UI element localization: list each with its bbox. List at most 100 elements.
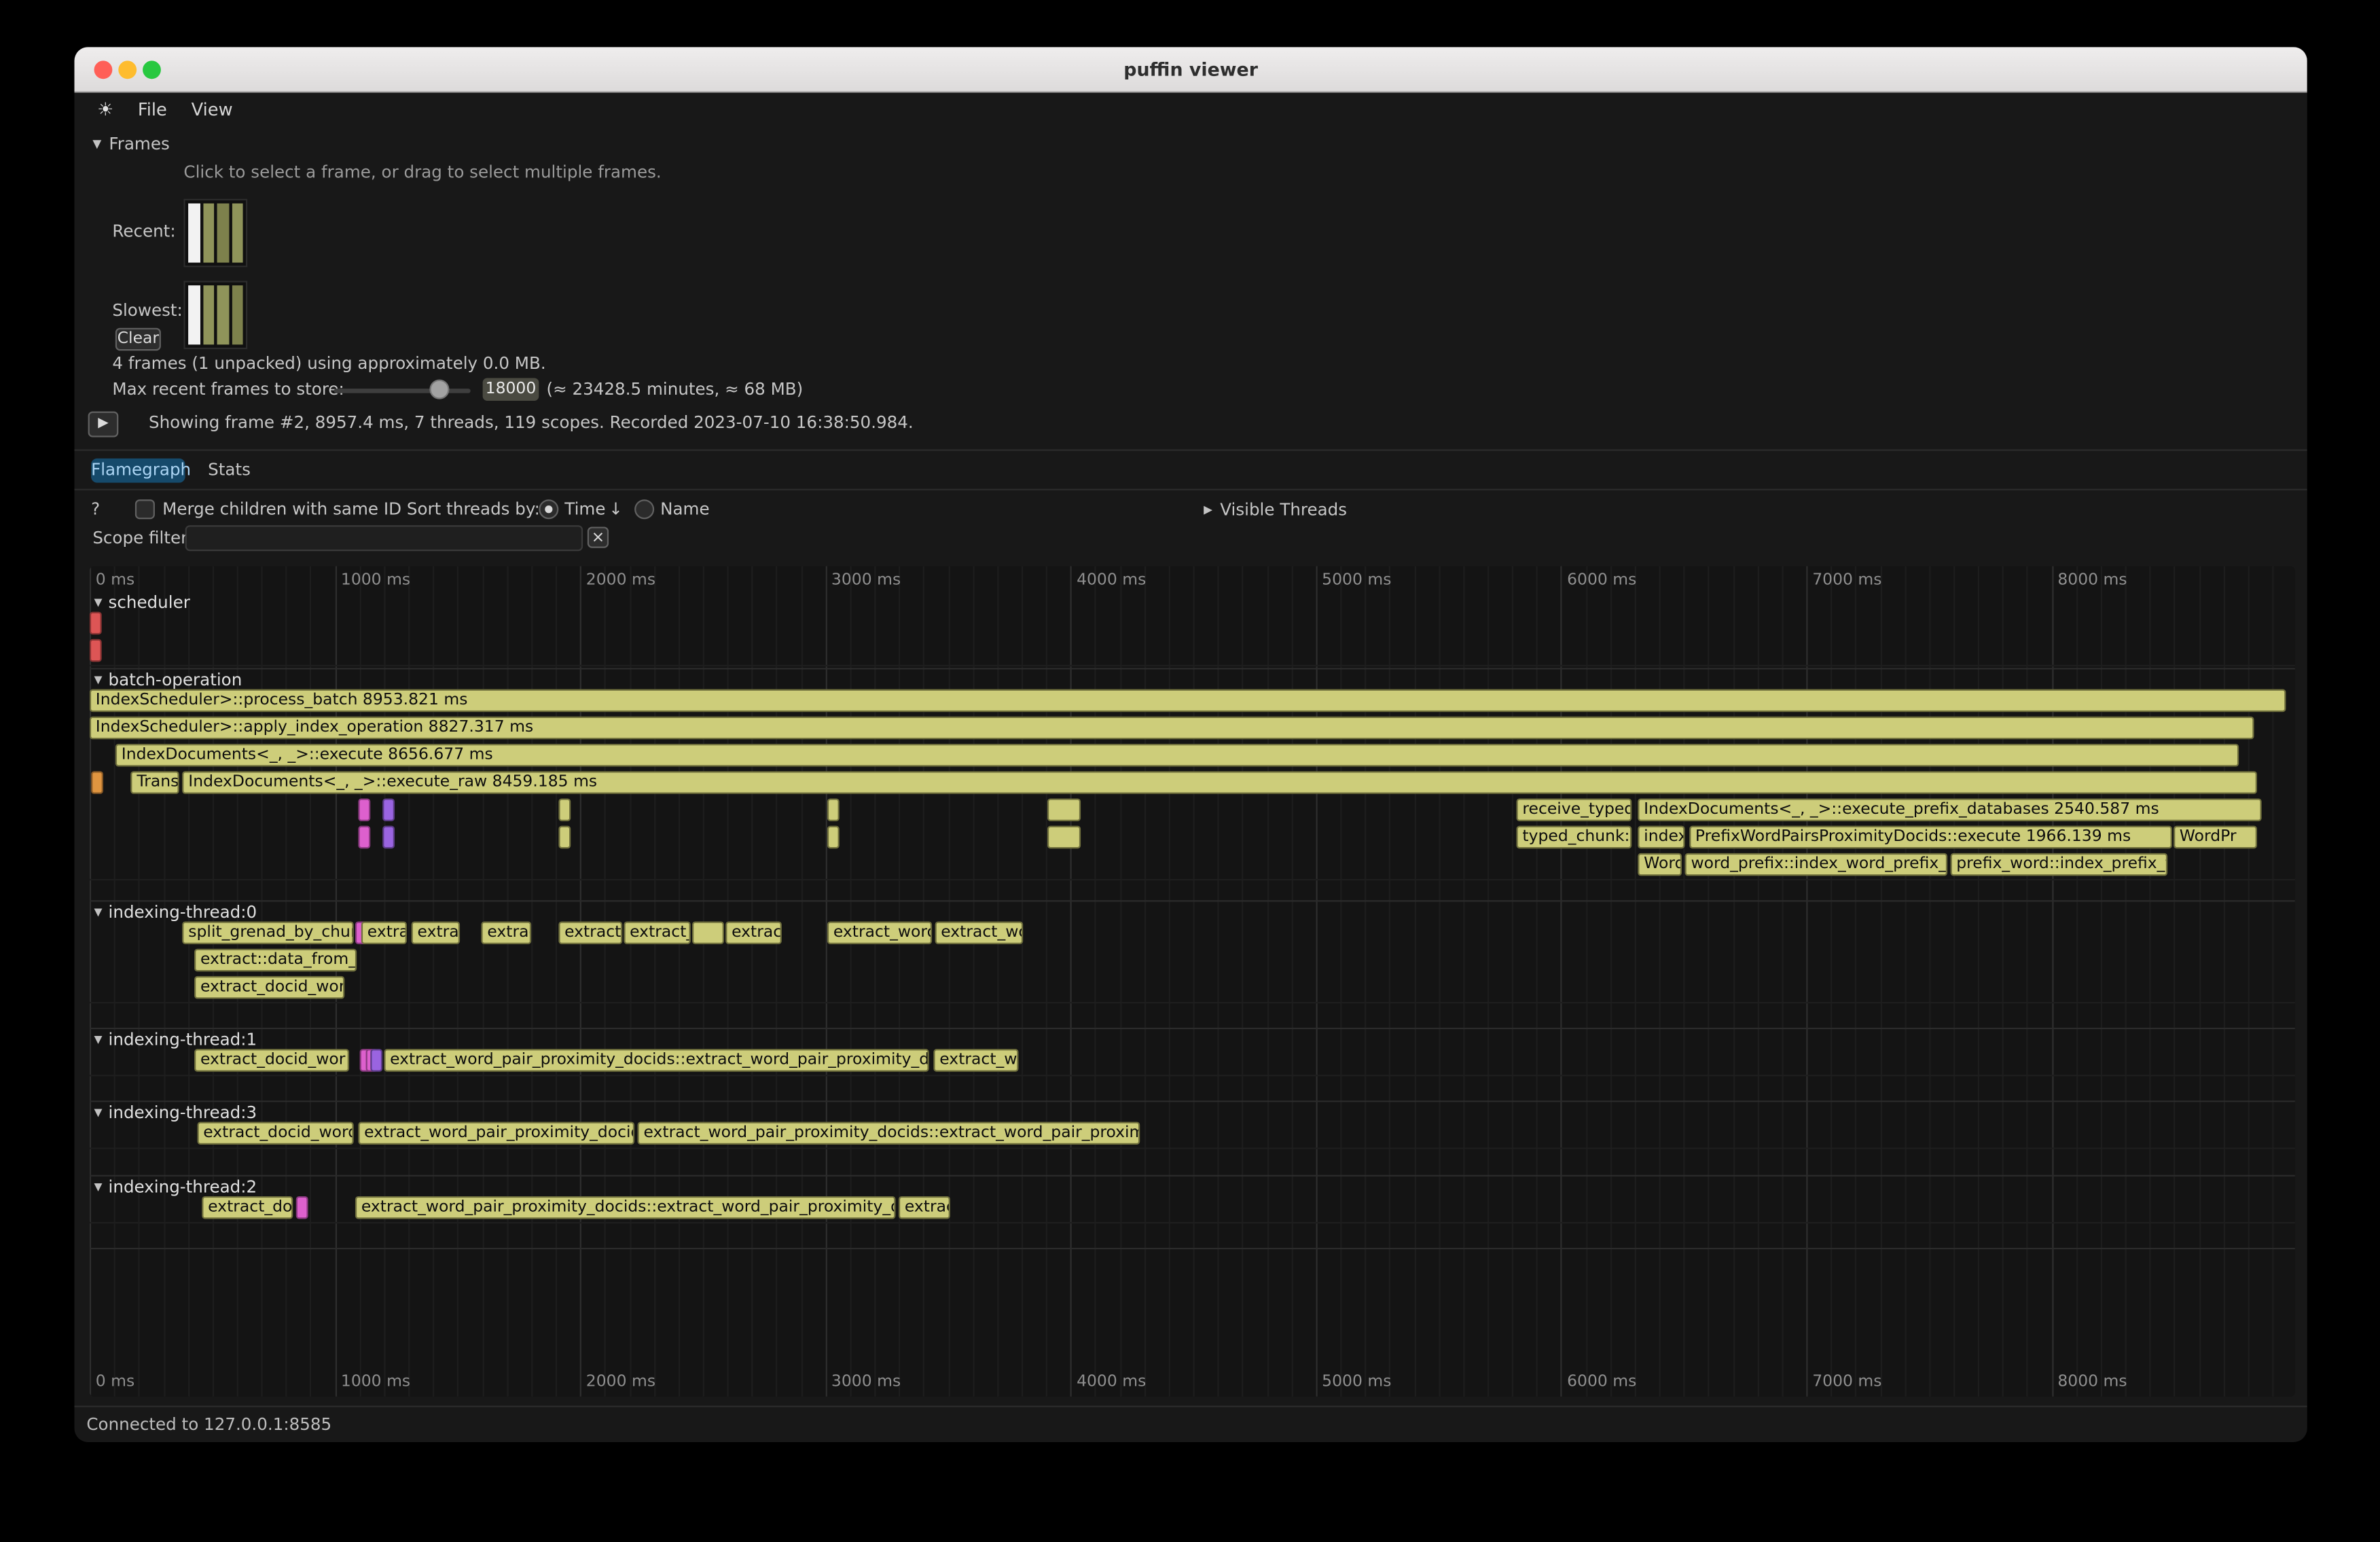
thread-header-indexing-thread:0[interactable]: ▼indexing-thread:0 (94, 903, 257, 922)
scope-bar[interactable]: prefix_word::index_prefix_wo (1950, 853, 2167, 876)
scope-sliver[interactable] (1047, 826, 1081, 849)
time-tick-label: 6000 ms (1567, 1372, 1636, 1391)
sort-direction-icon[interactable]: ↓ (609, 499, 623, 520)
scope-bar[interactable]: PrefixWordPairsProximityDocids::execute … (1689, 826, 2171, 849)
scope-bar[interactable]: IndexScheduler>::apply_index_operation 8… (90, 717, 2254, 740)
scope-bar[interactable]: index (1638, 826, 1684, 849)
scope-bar[interactable]: Trans (130, 771, 178, 794)
scope-filter-input[interactable] (185, 525, 583, 551)
scope-sliver[interactable] (382, 826, 395, 849)
scope-bar[interactable]: extract_word_pair_proximity_docids::extr… (355, 1196, 895, 1219)
max-frames-slider[interactable] (334, 380, 471, 401)
titlebar[interactable]: puffin viewer (75, 47, 2307, 92)
scope-bar[interactable]: Word (1638, 853, 1682, 876)
scope-bar[interactable]: IndexDocuments<_, _>::execute_prefix_dat… (1638, 798, 2260, 821)
frame-thumbnail-bar[interactable] (188, 203, 200, 262)
collapse-arrow-icon: ▼ (94, 674, 103, 686)
time-tick-label: 4000 ms (1077, 571, 1146, 589)
scope-bar[interactable]: IndexScheduler>::process_batch 8953.821 … (90, 689, 2286, 713)
scope-bar[interactable]: extract_docid_word (197, 1122, 353, 1145)
scope-bar[interactable]: typed_chunk::w (1516, 826, 1631, 849)
merge-children-label[interactable]: Merge children with same ID (162, 499, 401, 520)
scope-sliver[interactable] (827, 798, 840, 821)
frames-section-header[interactable]: ▼Frames (92, 134, 170, 156)
scope-bar[interactable]: extract_doc (202, 1196, 293, 1219)
flamegraph-canvas[interactable]: 0 ms0 ms1000 ms1000 ms2000 ms2000 ms3000… (90, 567, 2295, 1397)
thread-header-indexing-thread:3[interactable]: ▼indexing-thread:3 (94, 1104, 257, 1122)
scope-sliver[interactable] (827, 826, 840, 849)
scope-bar[interactable]: WordPr (2174, 826, 2257, 849)
frame-thumbnail-bar[interactable] (232, 285, 243, 344)
scope-sliver[interactable] (1047, 798, 1081, 821)
collapse-arrow-icon: ▼ (94, 906, 103, 918)
sort-name-radio[interactable] (634, 499, 654, 519)
scope-sliver[interactable] (382, 798, 395, 821)
scope-bar[interactable]: extract_wo (933, 1049, 1018, 1072)
sort-time-radio[interactable] (539, 499, 558, 519)
scope-bar[interactable]: extract_wo (935, 921, 1023, 944)
slider-track[interactable] (334, 389, 471, 393)
scope-sliver[interactable] (90, 639, 102, 662)
sort-time-label[interactable]: Time (564, 499, 605, 520)
recent-frames-thumbnail[interactable] (183, 199, 247, 268)
frames-hint: Click to select a frame, or drag to sele… (183, 162, 661, 183)
thread-header-batch-operation[interactable]: ▼batch-operation (94, 671, 242, 689)
connection-status: Connected to 127.0.0.1:8585 (86, 1415, 331, 1435)
frame-thumbnail-bar[interactable] (217, 285, 229, 344)
tab-flamegraph[interactable]: Flamegraph (91, 459, 185, 483)
scope-bar[interactable]: word_prefix::index_word_prefix_ (1685, 853, 1948, 876)
help-icon[interactable]: ? (91, 499, 100, 520)
frame-thumbnail-bar[interactable] (217, 203, 229, 262)
frame-thumbnail-bar[interactable] (232, 203, 243, 262)
scope-bar[interactable]: extract_ (624, 921, 690, 944)
scope-bar[interactable]: extrac (899, 1196, 950, 1219)
scope-sliver[interactable] (295, 1196, 308, 1219)
scope-sliver[interactable] (558, 826, 571, 849)
play-button[interactable]: ▶ (88, 412, 119, 437)
scope-sliver[interactable] (558, 798, 571, 821)
scope-bar[interactable]: extract_word_pair_proximity_docids (358, 1122, 634, 1145)
scope-sliver[interactable] (371, 1049, 383, 1072)
sort-name-label[interactable]: Name (660, 499, 710, 520)
scope-sliver[interactable] (358, 826, 370, 849)
scope-bar[interactable]: extract_docid_wor (194, 976, 344, 999)
scope-bar[interactable]: extract_docid_wor (194, 1049, 349, 1072)
frame-thumbnail-bar[interactable] (188, 285, 200, 344)
scope-bar[interactable]: extrac (481, 921, 531, 944)
scope-sliver[interactable] (358, 798, 370, 821)
scope-bar[interactable]: extract (361, 921, 407, 944)
scope-bar[interactable]: receive_typed_ (1516, 798, 1631, 821)
merge-children-checkbox[interactable] (135, 499, 155, 519)
scope-bar[interactable]: extract_word_pair_proximity_docids::extr… (638, 1122, 1140, 1145)
scope-sliver[interactable] (692, 921, 724, 944)
visible-threads-header[interactable]: ▶Visible Threads (1204, 499, 1347, 521)
scope-bar[interactable]: IndexDocuments<_, _>::execute_raw 8459.1… (182, 771, 2256, 794)
thread-header-indexing-thread:2[interactable]: ▼indexing-thread:2 (94, 1178, 257, 1196)
thread-header-indexing-thread:1[interactable]: ▼indexing-thread:1 (94, 1030, 257, 1049)
clear-filter-button[interactable]: × (588, 526, 609, 548)
scope-bar[interactable]: extract_ (558, 921, 622, 944)
scope-bar[interactable]: extra (412, 921, 461, 944)
slowest-frames-thumbnail[interactable] (183, 281, 247, 349)
scope-bar[interactable]: extract::data_from_ob (194, 949, 357, 972)
frame-thumbnail-bar[interactable] (202, 285, 214, 344)
scope-bar[interactable]: extract (725, 921, 782, 944)
max-frames-value[interactable]: 18000 (483, 378, 539, 401)
thread-name: indexing-thread:2 (109, 1177, 257, 1197)
scope-sliver[interactable] (90, 612, 102, 635)
scope-sliver[interactable] (92, 771, 104, 794)
scope-bar[interactable]: extract_word (827, 921, 932, 944)
menu-view[interactable]: View (192, 98, 233, 120)
scope-bar[interactable]: split_grenad_by_chun (182, 921, 354, 944)
slider-knob[interactable] (429, 380, 449, 399)
menu-file[interactable]: File (138, 98, 167, 120)
scope-bar[interactable]: IndexDocuments<_, _>::execute 8656.677 m… (115, 744, 2239, 767)
scope-bar[interactable]: extract_word_pair_proximity_docids::extr… (384, 1049, 928, 1072)
recent-frames-label: Recent: (112, 221, 175, 243)
thread-separator (90, 1028, 2295, 1029)
frame-thumbnail-bar[interactable] (202, 203, 214, 262)
thread-header-scheduler[interactable]: ▼scheduler (94, 594, 190, 612)
clear-frames-button[interactable]: Clear (115, 328, 161, 351)
tab-stats[interactable]: Stats (208, 460, 251, 481)
theme-toggle-icon[interactable]: ☀ (97, 98, 113, 120)
